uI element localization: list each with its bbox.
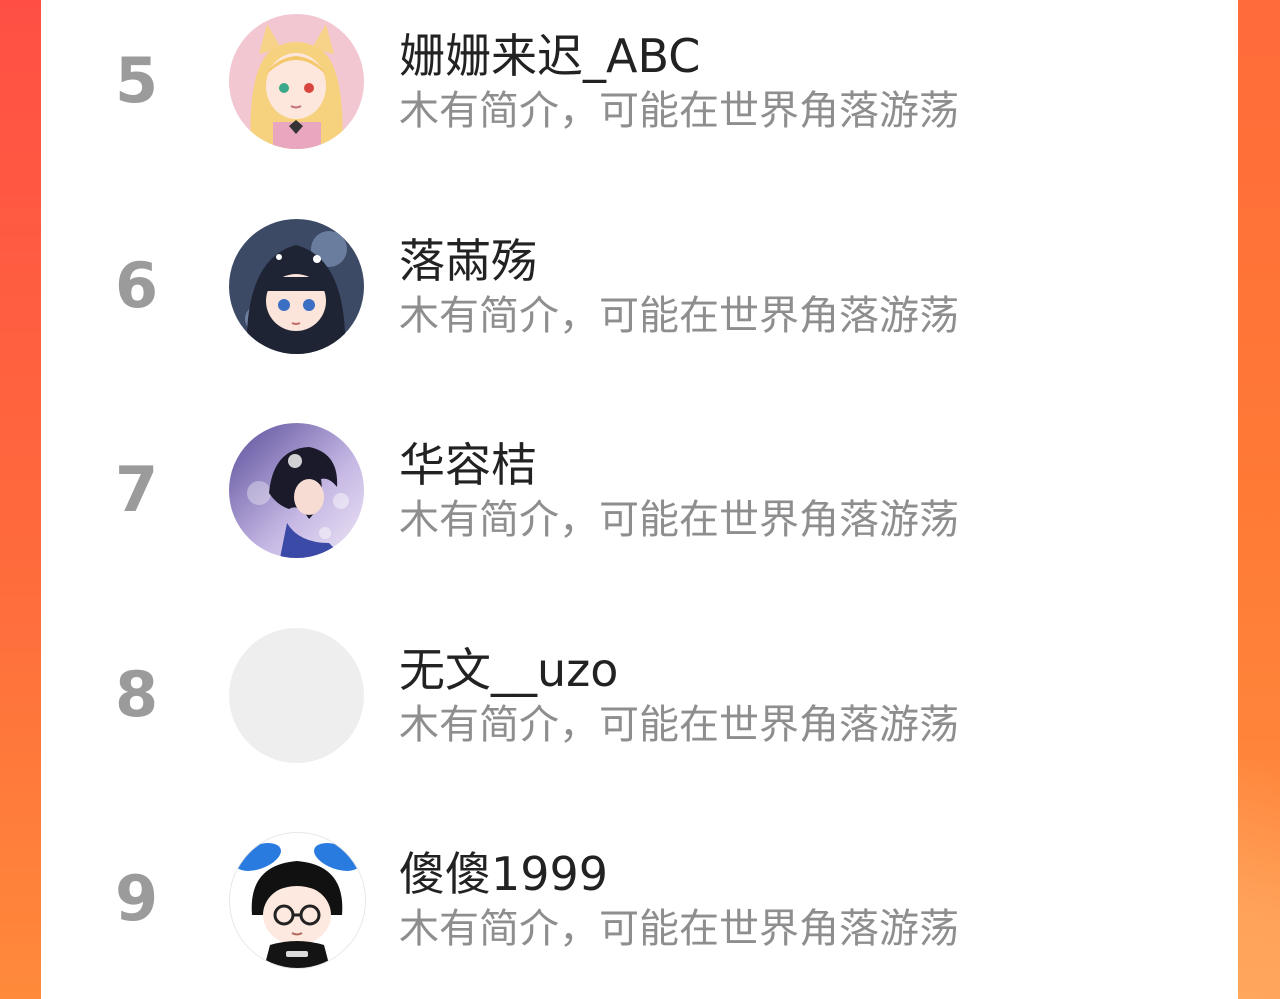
anime-girl-dark-hair-avatar-image bbox=[229, 219, 364, 354]
cartoon-boy-bunny-ears-avatar-image bbox=[230, 833, 365, 968]
user-avatar[interactable] bbox=[229, 14, 364, 149]
ranking-list-item[interactable]: 7 华容桔 木有简介，可能在世界角落游荡 bbox=[41, 421, 1238, 561]
right-background-edge bbox=[1238, 0, 1280, 999]
rank-number: 7 bbox=[115, 453, 159, 526]
anime-girl-fox-ears-avatar-image bbox=[229, 14, 364, 149]
rank-number: 8 bbox=[115, 658, 159, 731]
rank-number: 6 bbox=[115, 249, 159, 322]
user-name[interactable]: 傻傻1999 bbox=[399, 846, 608, 902]
user-name[interactable]: 姗姗来迟_ABC bbox=[399, 28, 700, 84]
ranking-list-panel: 5 姗姗来迟_ABC 木有简介，可能在世界角落游荡 6 落㒼殇 木有简介，可能在… bbox=[41, 0, 1238, 999]
user-bio: 木有简介，可能在世界角落游荡 bbox=[399, 702, 959, 748]
ranking-list-item[interactable]: 5 姗姗来迟_ABC 木有简介，可能在世界角落游荡 bbox=[41, 12, 1238, 152]
rank-number: 9 bbox=[115, 862, 159, 935]
user-name[interactable]: 落㒼殇 bbox=[399, 233, 537, 289]
user-bio: 木有简介，可能在世界角落游荡 bbox=[399, 88, 959, 134]
user-name[interactable]: 无文__uzo bbox=[399, 642, 618, 698]
user-name[interactable]: 华容桔 bbox=[399, 437, 537, 493]
user-avatar[interactable] bbox=[229, 832, 366, 969]
user-bio: 木有简介，可能在世界角落游荡 bbox=[399, 497, 959, 543]
ranking-list-item[interactable]: 8 无文__uzo 木有简介，可能在世界角落游荡 bbox=[41, 626, 1238, 766]
user-avatar[interactable] bbox=[229, 423, 364, 558]
ranking-list-item[interactable]: 6 落㒼殇 木有简介，可能在世界角落游荡 bbox=[41, 217, 1238, 357]
illustrated-girl-bubbles-avatar-image bbox=[229, 423, 364, 558]
user-bio: 木有简介，可能在世界角落游荡 bbox=[399, 293, 959, 339]
user-avatar[interactable] bbox=[229, 219, 364, 354]
rank-number: 5 bbox=[115, 44, 159, 117]
user-bio: 木有简介，可能在世界角落游荡 bbox=[399, 906, 959, 952]
ranking-list-item[interactable]: 9 傻傻1999 木有简介，可能在世界角落游荡 bbox=[41, 830, 1238, 970]
empty-avatar-placeholder[interactable] bbox=[229, 628, 364, 763]
